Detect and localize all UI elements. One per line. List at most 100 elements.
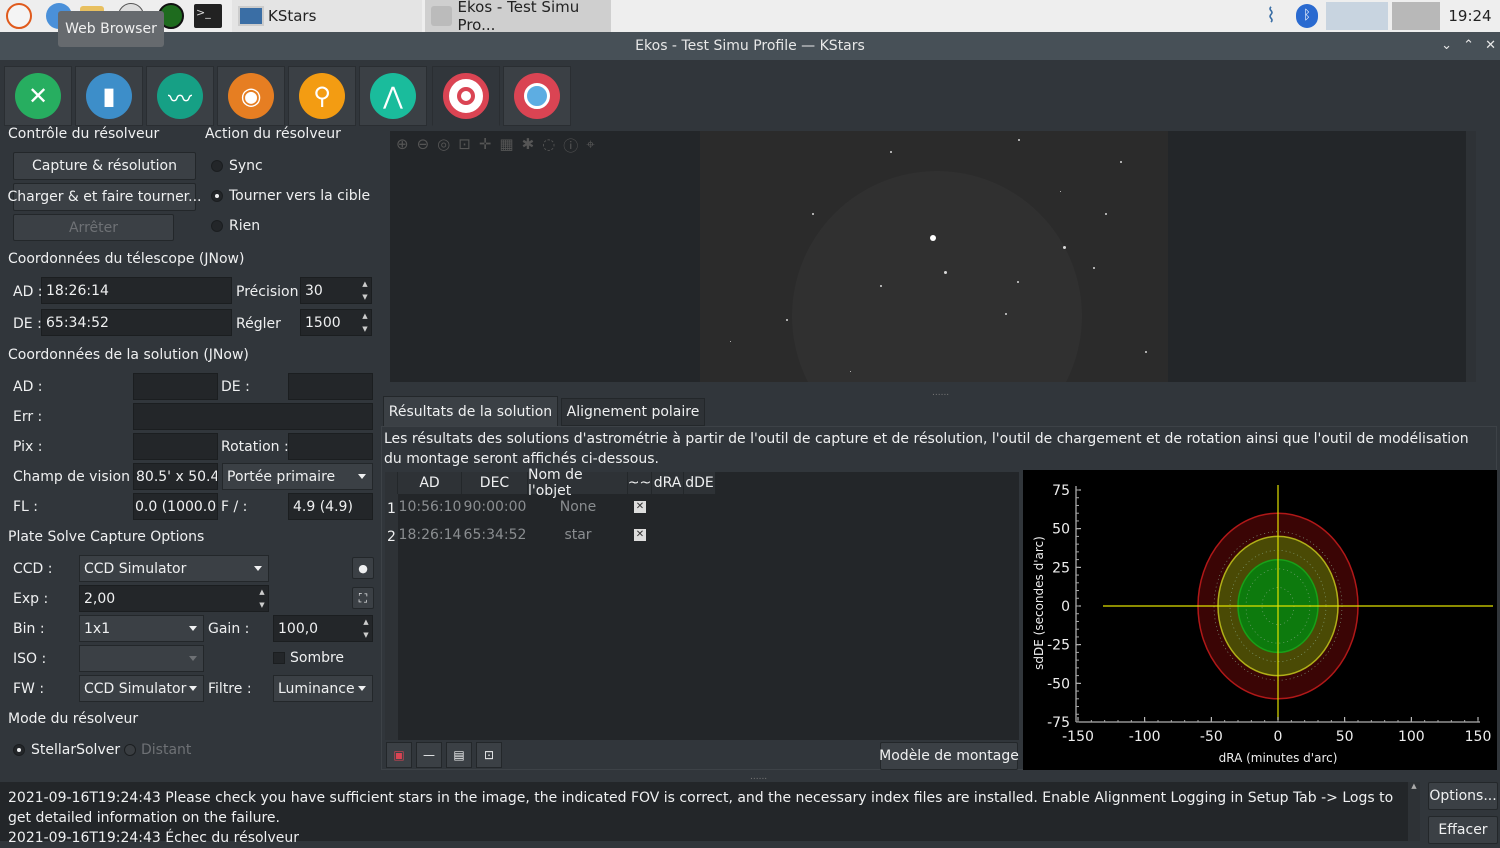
scope-select[interactable]: Portée primaire xyxy=(222,463,373,490)
bin-select[interactable]: 1x1 xyxy=(79,615,204,642)
filter-label: Filtre : xyxy=(208,681,252,697)
export-icon[interactable]: ▤ xyxy=(446,742,472,768)
log-scrollbar[interactable]: ▲ xyxy=(1408,782,1420,841)
spin-arrows-icon[interactable]: ▲ ▼ xyxy=(359,278,371,303)
settle-value: 1500 xyxy=(305,314,341,331)
spin-arrows-icon[interactable]: ▲ ▼ xyxy=(256,586,268,611)
clear-results-icon[interactable]: ▣ xyxy=(386,742,412,768)
mount-model-button[interactable]: Modèle de montage xyxy=(879,742,1019,770)
frame-icon[interactable]: ⛶ xyxy=(352,587,374,609)
preview-eye-icon[interactable]: ● xyxy=(352,557,374,579)
load-slew-button[interactable]: Charger & et faire tourner... xyxy=(7,183,202,211)
tab-solution-results[interactable]: Résultats de la solution xyxy=(383,396,558,426)
eye-icon[interactable]: ◌ xyxy=(542,135,555,155)
stellarsolver-radio[interactable] xyxy=(13,744,25,756)
vertical-scrollbar[interactable] xyxy=(1466,131,1476,382)
clock[interactable]: 19:24 xyxy=(1440,0,1500,32)
exp-spinbox[interactable]: 2,00 ▲ ▼ xyxy=(79,585,269,612)
tab-guide[interactable] xyxy=(503,66,571,126)
remove-result-icon[interactable]: — xyxy=(416,742,442,768)
window-icon xyxy=(431,6,452,26)
cell-dec: 90:00:00 xyxy=(463,499,527,515)
stellarsolver-label[interactable]: StellarSolver xyxy=(31,742,120,758)
tab-align[interactable] xyxy=(432,66,500,126)
network-icon[interactable] xyxy=(1326,2,1388,30)
fw-select[interactable]: CCD Simulator xyxy=(79,675,204,702)
capture-solve-button[interactable]: Capture & résolution xyxy=(13,152,196,180)
nothing-label[interactable]: Rien xyxy=(229,218,260,234)
tab-scheduler[interactable]: ▮ xyxy=(75,66,143,126)
column-header-status[interactable]: ~~ xyxy=(628,472,652,494)
info-icon[interactable]: ⓘ xyxy=(563,135,578,155)
stop-button[interactable]: Arrêter xyxy=(13,214,174,241)
minimize-icon[interactable]: ⌄ xyxy=(1441,32,1452,60)
tab-setup[interactable]: ✕ xyxy=(4,66,72,126)
column-header-dde[interactable]: dDE xyxy=(684,472,716,494)
tab-focus[interactable]: ⚲ xyxy=(288,66,356,126)
options-button[interactable]: Options... xyxy=(1428,782,1498,810)
target-icon xyxy=(443,73,489,119)
spin-arrows-icon[interactable]: ▲ ▼ xyxy=(360,616,372,641)
crosshair-icon[interactable]: ✛ xyxy=(479,135,492,155)
window-titlebar[interactable]: Ekos - Test Simu Profile — KStars ⌄ ⌃ ✕ xyxy=(0,32,1500,60)
telescope-coords-title: Coordonnées du télescope (JNow) xyxy=(8,251,245,267)
settle-spinbox[interactable]: 1500 ▲ ▼ xyxy=(300,309,372,336)
clear-log-button[interactable]: Effacer xyxy=(1428,816,1498,844)
target-icon[interactable]: ⌖ xyxy=(586,135,594,155)
tab-analyze[interactable]: 〰 xyxy=(146,66,214,126)
nothing-radio[interactable] xyxy=(211,220,223,232)
slew-to-target-label[interactable]: Tourner vers la cible xyxy=(229,188,370,204)
dark-label[interactable]: Sombre xyxy=(290,650,344,666)
close-icon[interactable]: ✕ xyxy=(1485,32,1496,60)
y-tick-label: -50 xyxy=(1047,676,1070,692)
slew-to-target-radio[interactable] xyxy=(211,190,223,202)
x-tick-label: -150 xyxy=(1062,729,1094,745)
spin-arrows-icon[interactable]: ▲ ▼ xyxy=(359,310,371,335)
results-table[interactable]: AD DEC Nom de l'objet ~~ dRA dDE 1 10:56… xyxy=(385,467,1019,740)
zoom-fit-icon[interactable]: ⊡ xyxy=(458,135,471,155)
column-header-dra[interactable]: dRA xyxy=(652,472,684,494)
telescope-ra-field[interactable]: 18:26:14 xyxy=(41,277,232,304)
remote-radio[interactable] xyxy=(124,744,136,756)
column-header-ra[interactable]: AD xyxy=(398,472,462,494)
usb-icon[interactable]: ⌇ xyxy=(1256,3,1286,29)
iso-select[interactable] xyxy=(79,645,204,672)
splitter-handle[interactable]: ...... xyxy=(750,772,767,782)
viewer-toolbar: ⊕ ⊖ ◎ ⊡ ✛ ▦ ✱ ◌ ⓘ ⌖ xyxy=(390,131,708,159)
task-kstars[interactable]: KStars xyxy=(232,0,422,32)
x-tick-label: 0 xyxy=(1274,729,1283,745)
zoom-in-icon[interactable]: ⊕ xyxy=(396,135,409,155)
x-tick-label: -100 xyxy=(1129,729,1161,745)
log-output[interactable]: 2021-09-16T19:24:43 Please check you hav… xyxy=(0,782,1408,846)
tab-mount[interactable]: ⋀ xyxy=(359,66,427,126)
zoom-fit-icon[interactable]: ⊡ xyxy=(476,742,502,768)
zoom-default-icon[interactable]: ◎ xyxy=(437,135,450,155)
column-header-object[interactable]: Nom de l'objet xyxy=(528,467,628,499)
telescope-dec-field[interactable]: 65:34:52 xyxy=(41,309,232,336)
module-tabbar: ✕ ▮ 〰 ◉ ⚲ ⋀ xyxy=(0,60,1500,126)
splitter-handle[interactable]: ...... xyxy=(932,388,949,398)
sync-label[interactable]: Sync xyxy=(229,158,263,174)
stars-icon[interactable]: ✱ xyxy=(522,135,535,155)
menu-icon[interactable] xyxy=(6,3,32,29)
fw-value: CCD Simulator xyxy=(84,680,187,697)
task-ekos[interactable]: Ekos - Test Simu Pro... xyxy=(425,0,611,34)
precision-spinbox[interactable]: 30 ▲ ▼ xyxy=(300,277,372,304)
grid-icon[interactable]: ▦ xyxy=(499,135,513,155)
zoom-out-icon[interactable]: ⊖ xyxy=(417,135,430,155)
tab-polar-alignment[interactable]: Alignement polaire xyxy=(561,398,705,426)
remote-label[interactable]: Distant xyxy=(141,742,191,758)
tab-capture[interactable]: ◉ xyxy=(217,66,285,126)
dark-checkbox[interactable] xyxy=(273,652,285,664)
solver-action-title: Action du résolveur xyxy=(205,126,341,142)
volume-icon[interactable] xyxy=(1392,2,1440,30)
maximize-icon[interactable]: ⌃ xyxy=(1463,32,1474,60)
sync-radio[interactable] xyxy=(211,160,223,172)
ccd-select[interactable]: CCD Simulator xyxy=(79,555,269,582)
filter-select[interactable]: Luminance xyxy=(273,675,373,702)
bluetooth-icon[interactable]: ᛒ xyxy=(1296,4,1318,28)
y-tick-label: 75 xyxy=(1052,483,1070,499)
terminal-icon[interactable]: >_ xyxy=(194,4,222,28)
column-header-dec[interactable]: DEC xyxy=(462,472,528,494)
gain-spinbox[interactable]: 100,0 ▲ ▼ xyxy=(273,615,373,642)
